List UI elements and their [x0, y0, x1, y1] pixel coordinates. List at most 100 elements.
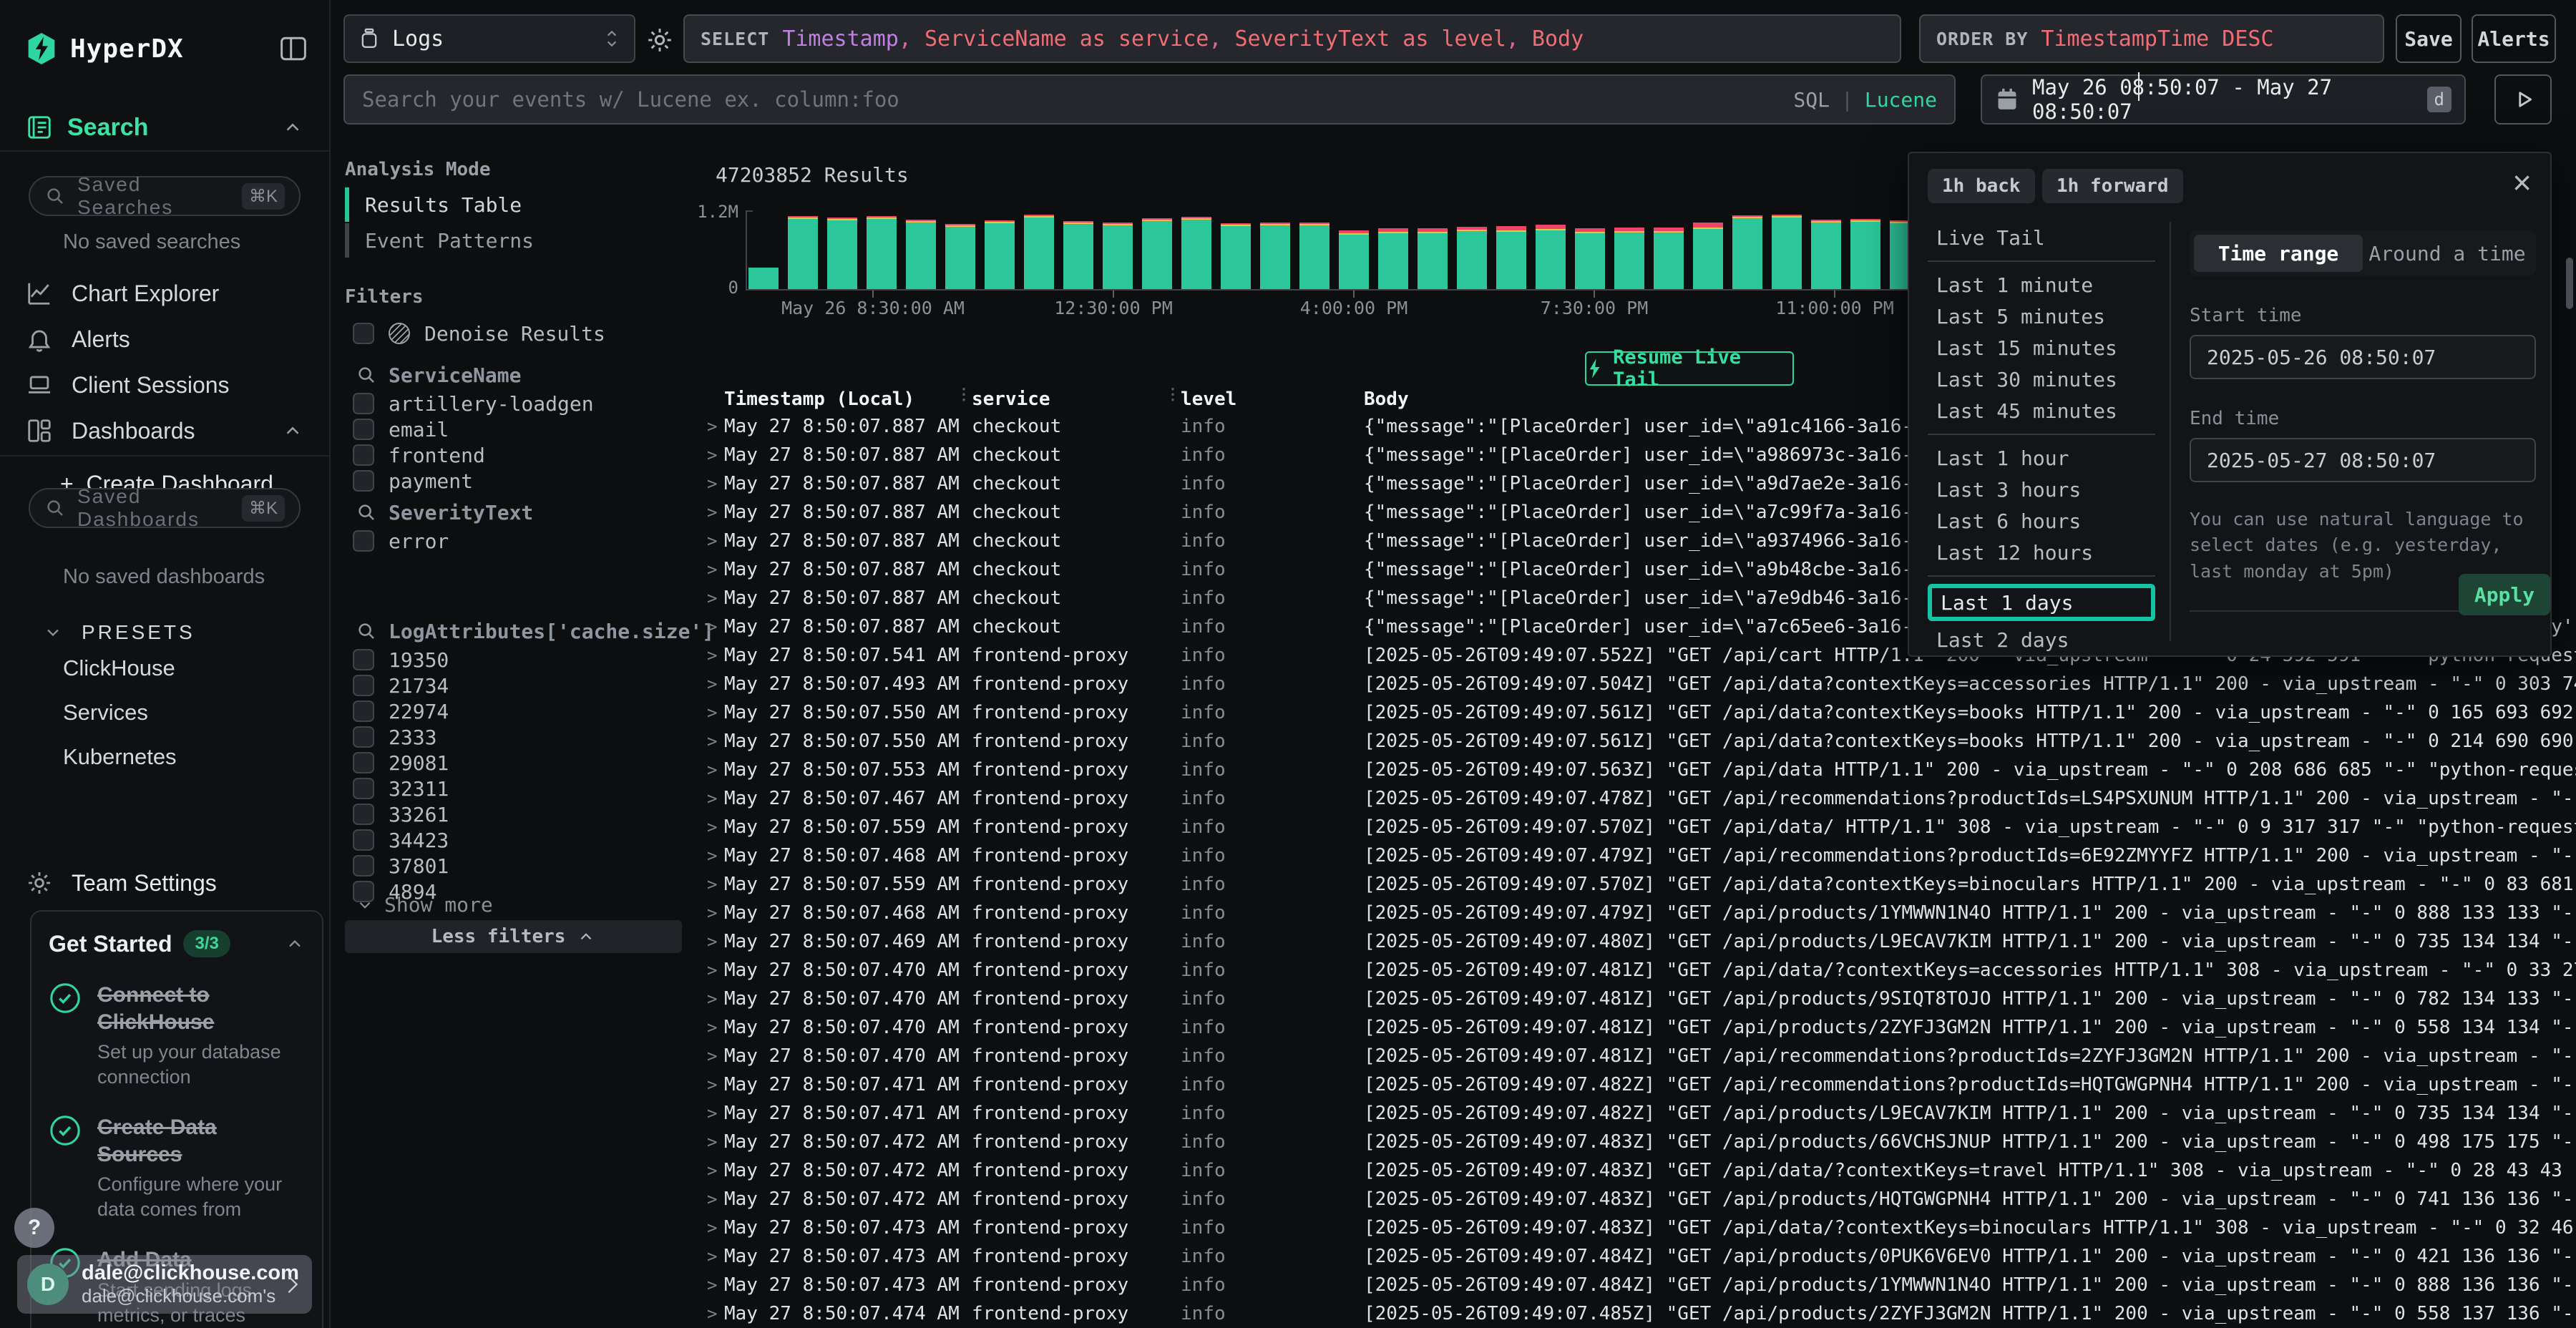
row-expand-chevron-icon[interactable]: >	[707, 1046, 724, 1066]
row-expand-chevron-icon[interactable]: >	[707, 1103, 724, 1123]
table-row[interactable]: >May 27 8:50:07.470 AMfrontend-proxyinfo…	[707, 956, 2576, 985]
filter-option[interactable]: 19350	[353, 647, 449, 673]
histogram-bar[interactable]	[1260, 223, 1290, 289]
filter-option[interactable]: 34423	[353, 827, 449, 853]
row-expand-chevron-icon[interactable]: >	[707, 703, 724, 723]
row-expand-chevron-icon[interactable]: >	[707, 960, 724, 980]
row-expand-chevron-icon[interactable]: >	[707, 1218, 724, 1238]
filter-checkbox[interactable]	[353, 726, 374, 748]
search-icon[interactable]	[356, 364, 377, 386]
histogram-bar[interactable]	[1811, 220, 1841, 290]
row-expand-chevron-icon[interactable]: >	[707, 1075, 724, 1095]
row-expand-chevron-icon[interactable]: >	[707, 445, 724, 465]
presets-toggle[interactable]: PRESETS	[0, 612, 329, 653]
histogram-bar[interactable]	[1063, 221, 1093, 289]
search-input[interactable]: Search your events w/ Lucene ex. column:…	[343, 74, 1956, 125]
preset-kubernetes[interactable]: Kubernetes	[63, 744, 177, 770]
range-option[interactable]: Last 3 hours	[1928, 474, 2155, 505]
chevron-up-icon[interactable]	[285, 934, 305, 954]
histogram-bar[interactable]	[788, 216, 818, 289]
filter-option[interactable]: artillery-loadgen	[353, 391, 594, 416]
table-row[interactable]: >May 27 8:50:07.467 AMfrontend-proxyinfo…	[707, 784, 2576, 813]
filter-checkbox[interactable]	[353, 675, 374, 696]
histogram-bar[interactable]	[1614, 228, 1644, 289]
row-expand-chevron-icon[interactable]: >	[707, 416, 724, 436]
preset-services[interactable]: Services	[63, 700, 148, 726]
table-row[interactable]: >May 27 8:50:07.473 AMfrontend-proxyinfo…	[707, 1214, 2576, 1242]
filter-option[interactable]: 22974	[353, 698, 449, 724]
table-row[interactable]: >May 27 8:50:07.468 AMfrontend-proxyinfo…	[707, 899, 2576, 927]
help-button[interactable]: ?	[14, 1208, 54, 1248]
histogram-bar[interactable]	[1772, 215, 1802, 289]
histogram-bar[interactable]	[985, 220, 1015, 289]
filter-checkbox[interactable]	[353, 855, 374, 877]
row-expand-chevron-icon[interactable]: >	[707, 474, 724, 494]
filter-checkbox[interactable]	[353, 700, 374, 722]
col-timestamp[interactable]: Timestamp (Local)	[724, 389, 972, 410]
range-option[interactable]: Last 30 minutes	[1928, 363, 2155, 395]
search-icon[interactable]	[356, 502, 377, 523]
run-query-button[interactable]	[2494, 74, 2552, 125]
row-expand-chevron-icon[interactable]: >	[707, 674, 724, 694]
row-expand-chevron-icon[interactable]: >	[707, 1304, 724, 1324]
histogram-bar[interactable]	[1732, 215, 1762, 289]
filter-checkbox[interactable]	[353, 804, 374, 825]
chevron-up-icon[interactable]	[282, 117, 303, 138]
source-select[interactable]: Logs	[343, 14, 635, 63]
filter-checkbox[interactable]	[353, 470, 374, 492]
saved-dashboards-input[interactable]: Saved Dashboards ⌘K	[29, 488, 301, 528]
time-range-input[interactable]: May 26 08:50:07 - May 27 08:50:07 d	[1981, 74, 2466, 125]
save-button[interactable]: Save	[2396, 14, 2462, 63]
range-option[interactable]: Last 1 minute	[1928, 269, 2155, 301]
filter-checkbox[interactable]	[353, 752, 374, 773]
range-option[interactable]: Last 1 days	[1928, 584, 2155, 621]
histogram-bar[interactable]	[1142, 218, 1172, 289]
get-started-item[interactable]: Connect to ClickHouseSet up your databas…	[49, 982, 305, 1090]
filter-option[interactable]: payment	[353, 468, 473, 494]
filter-option[interactable]: 33261	[353, 801, 449, 827]
histogram-bar[interactable]	[906, 220, 936, 290]
histogram-bar[interactable]	[1850, 219, 1880, 289]
row-expand-chevron-icon[interactable]: >	[707, 617, 724, 637]
filter-checkbox[interactable]	[353, 393, 374, 414]
row-expand-chevron-icon[interactable]: >	[707, 645, 724, 665]
range-option[interactable]: Last 6 hours	[1928, 505, 2155, 537]
range-option[interactable]: Last 5 minutes	[1928, 301, 2155, 332]
mode-lucene[interactable]: Lucene	[1865, 88, 1937, 112]
preset-clickhouse[interactable]: ClickHouse	[63, 655, 175, 681]
end-time-input[interactable]: 2025-05-27 08:50:07	[2190, 438, 2536, 482]
mode-sql[interactable]: SQL	[1793, 88, 1830, 112]
filter-checkbox[interactable]	[353, 778, 374, 799]
tab-around-a-time[interactable]: Around a time	[2363, 235, 2532, 272]
table-row[interactable]: >May 27 8:50:07.468 AMfrontend-proxyinfo…	[707, 841, 2576, 870]
table-row[interactable]: >May 27 8:50:07.550 AMfrontend-proxyinfo…	[707, 698, 2576, 727]
histogram-bar[interactable]	[1654, 228, 1684, 289]
denoise-results-row[interactable]: Denoise Results	[353, 321, 605, 346]
col-level[interactable]: ⋮level	[1181, 389, 1364, 410]
histogram-bar[interactable]	[748, 268, 779, 289]
row-expand-chevron-icon[interactable]: >	[707, 846, 724, 866]
resume-live-tail-button[interactable]: Resume Live Tail	[1585, 351, 1794, 386]
filter-checkbox[interactable]	[353, 829, 374, 851]
filter-checkbox[interactable]	[353, 444, 374, 466]
sidebar-item-client-sessions[interactable]: Client Sessions	[0, 365, 329, 405]
row-expand-chevron-icon[interactable]: >	[707, 1132, 724, 1152]
table-row[interactable]: >May 27 8:50:07.472 AMfrontend-proxyinfo…	[707, 1128, 2576, 1156]
table-row[interactable]: >May 27 8:50:07.473 AMfrontend-proxyinfo…	[707, 1271, 2576, 1299]
histogram-bar[interactable]	[1536, 225, 1566, 289]
row-expand-chevron-icon[interactable]: >	[707, 502, 724, 522]
table-row[interactable]: >May 27 8:50:07.550 AMfrontend-proxyinfo…	[707, 727, 2576, 756]
row-expand-chevron-icon[interactable]: >	[707, 989, 724, 1009]
row-expand-chevron-icon[interactable]: >	[707, 932, 724, 952]
apply-button[interactable]: Apply	[2459, 574, 2550, 615]
sidebar-item-alerts[interactable]: Alerts	[0, 319, 329, 359]
histogram-chart[interactable]	[748, 210, 1922, 289]
filter-checkbox[interactable]	[353, 419, 374, 440]
histogram-bar[interactable]	[1418, 228, 1448, 289]
filter-checkbox[interactable]	[353, 530, 374, 552]
scrollbar-thumb[interactable]	[2566, 258, 2573, 309]
histogram-bar[interactable]	[1339, 230, 1369, 289]
table-row[interactable]: >May 27 8:50:07.471 AMfrontend-proxyinfo…	[707, 1099, 2576, 1128]
table-row[interactable]: >May 27 8:50:07.559 AMfrontend-proxyinfo…	[707, 813, 2576, 841]
filter-option[interactable]: 37801	[353, 853, 449, 879]
